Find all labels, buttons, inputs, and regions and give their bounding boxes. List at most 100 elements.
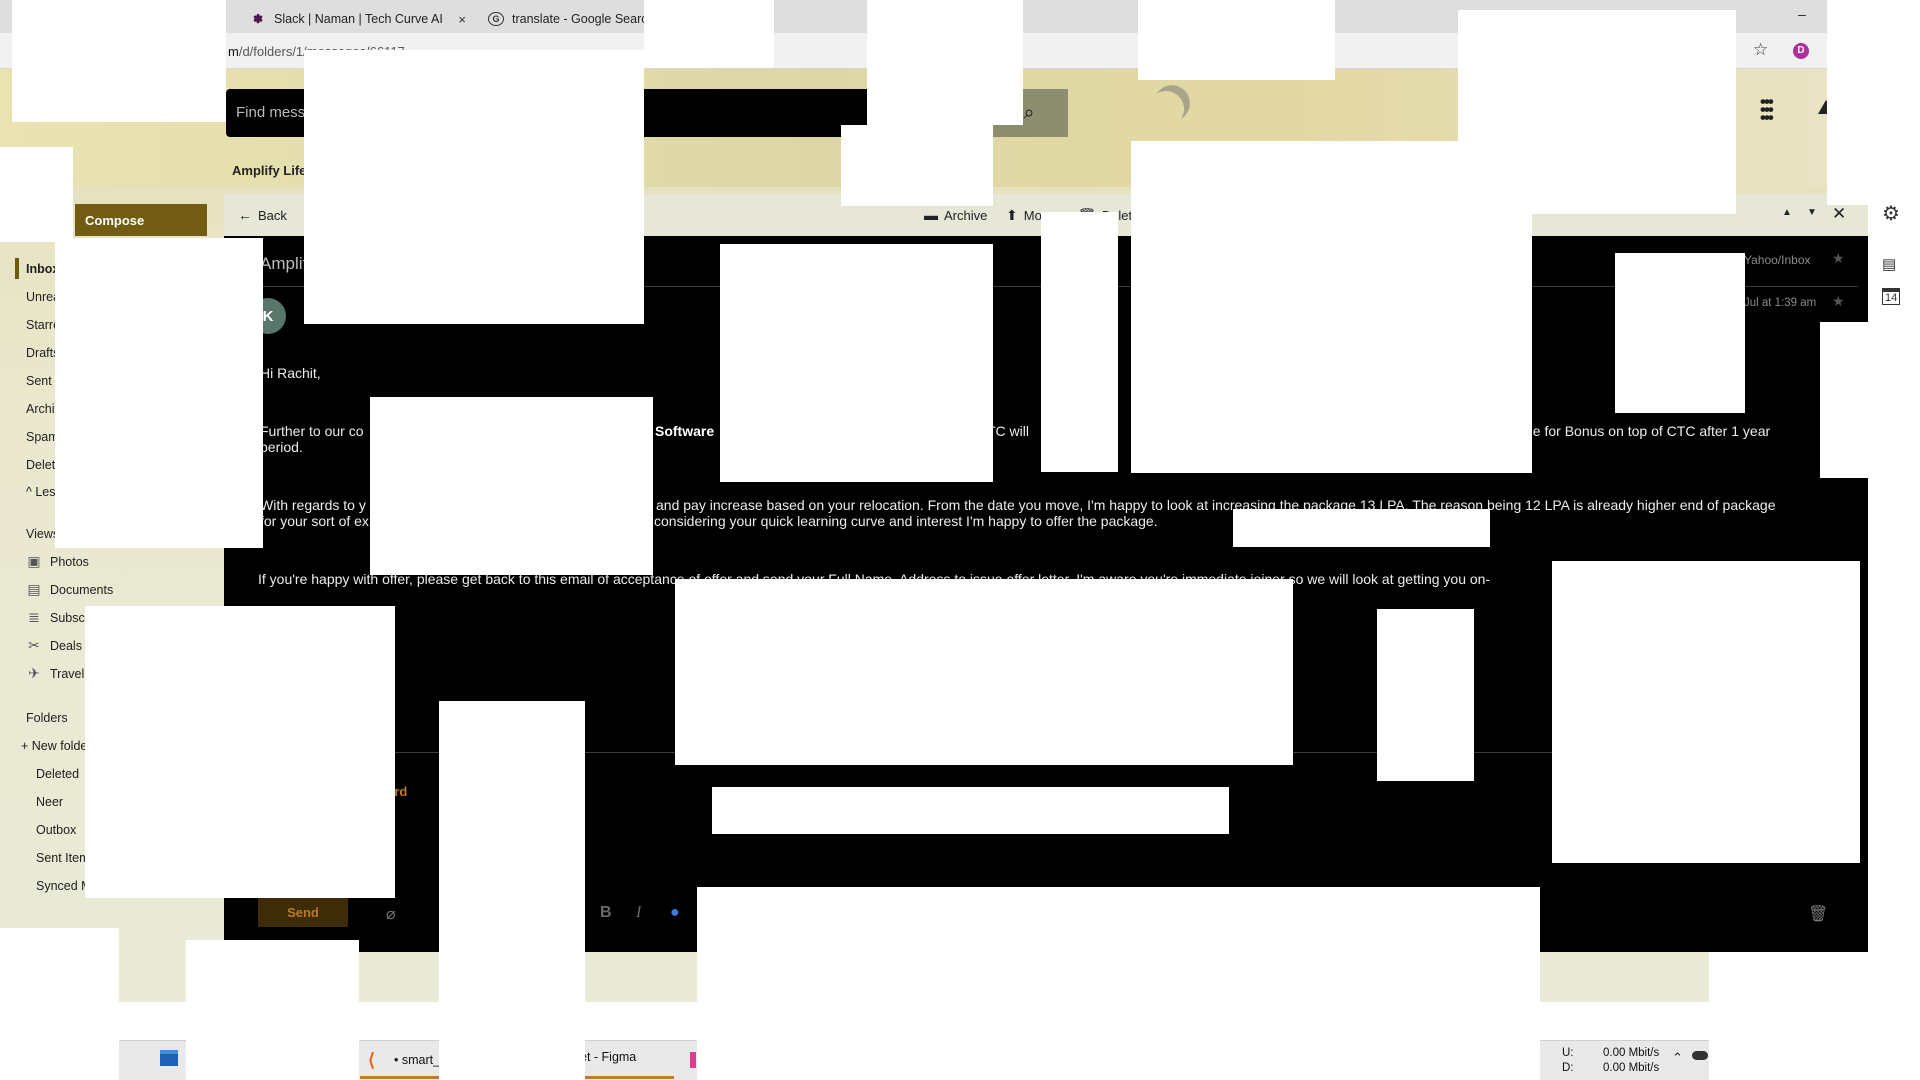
next-message-button[interactable]: ▼ bbox=[1807, 207, 1817, 218]
back-button[interactable]: ← Back bbox=[238, 207, 287, 223]
redaction-block bbox=[1377, 609, 1474, 781]
paragraph-1-fragment: TC will bbox=[987, 423, 1029, 439]
minimize-button[interactable]: – bbox=[1798, 6, 1806, 22]
redaction-block bbox=[186, 940, 359, 1080]
arrow-left-icon: ← bbox=[238, 207, 252, 223]
star-icon[interactable]: ★ bbox=[1832, 250, 1845, 267]
redaction-block bbox=[720, 244, 993, 482]
paragraph-1-line-2: period. bbox=[260, 439, 303, 455]
net-down-value: 0.00 Mbit/s bbox=[1603, 1062, 1660, 1074]
redaction-block bbox=[0, 147, 73, 242]
tab-google[interactable]: G translate - Google Search bbox=[478, 5, 648, 33]
deals-icon: ✂ bbox=[28, 637, 40, 653]
net-up-value: 0.00 Mbit/s bbox=[1603, 1047, 1660, 1059]
redaction-block bbox=[0, 928, 119, 1080]
redaction-block bbox=[1041, 212, 1118, 472]
slack-icon: ✽ bbox=[252, 12, 264, 26]
italic-icon[interactable]: I bbox=[636, 904, 641, 922]
redaction-block bbox=[1552, 561, 1860, 863]
redaction-block bbox=[439, 701, 585, 1080]
bold-icon[interactable]: B bbox=[600, 904, 612, 922]
redaction-block bbox=[867, 0, 1023, 125]
new-folder-button[interactable]: + New folder bbox=[21, 739, 92, 753]
redaction-block bbox=[55, 238, 263, 548]
app-icon bbox=[160, 1050, 178, 1066]
redaction-block bbox=[841, 125, 993, 206]
tab-close-icon[interactable]: × bbox=[458, 12, 466, 27]
redaction-block bbox=[675, 579, 1293, 765]
redaction-block bbox=[12, 0, 226, 122]
search-icon: ⌕ bbox=[1023, 101, 1035, 124]
folder-item[interactable]: Neer bbox=[36, 795, 63, 809]
paragraph-2-fragment: for your sort of ex bbox=[260, 513, 369, 529]
redaction-block bbox=[1709, 952, 1920, 1080]
tab-title: Slack | Naman | Tech Curve AI & I bbox=[274, 12, 443, 26]
message-location: Yahoo/Inbox bbox=[1744, 253, 1811, 267]
send-button[interactable]: Send bbox=[258, 897, 348, 927]
selected-indicator bbox=[15, 258, 19, 279]
travel-icon: ✈ bbox=[28, 665, 40, 681]
star-icon[interactable]: ★ bbox=[1832, 293, 1845, 310]
calendar-icon[interactable]: 14 bbox=[1882, 288, 1901, 305]
folder-item[interactable]: Outbox bbox=[36, 823, 76, 837]
archive-icon: ▬ bbox=[924, 207, 938, 223]
compose-button[interactable]: Compose bbox=[75, 204, 207, 236]
folders-heading[interactable]: Folders bbox=[26, 711, 68, 725]
view-photos[interactable]: Photos bbox=[50, 555, 89, 569]
subscriptions-icon: ≣ bbox=[28, 609, 40, 625]
profile-avatar[interactable]: D bbox=[1793, 43, 1809, 59]
redaction-block bbox=[1233, 509, 1490, 547]
view-deals[interactable]: Deals bbox=[50, 639, 82, 653]
documents-icon: ▤ bbox=[27, 581, 41, 597]
chevron-up-icon[interactable]: ⌃ bbox=[1672, 1050, 1683, 1066]
paragraph-2-fragment: With regards to y bbox=[260, 497, 366, 513]
bookmark-star-icon[interactable]: ☆ bbox=[1753, 40, 1768, 60]
color-icon[interactable]: ● bbox=[670, 904, 680, 922]
attach-icon[interactable]: ⌀ bbox=[386, 904, 396, 924]
tab-title: translate - Google Search bbox=[512, 12, 648, 26]
paragraph-1-fragment: Further to our co bbox=[260, 423, 364, 439]
archive-button[interactable]: ▬ Archive bbox=[924, 207, 987, 223]
sidebar-item-spam[interactable]: Spam bbox=[26, 430, 59, 444]
paragraph-1-bold: Software bbox=[655, 423, 715, 439]
apps-grid-icon[interactable]: ••• ••• ••• bbox=[1760, 93, 1788, 126]
redaction-block bbox=[1827, 0, 1920, 205]
taskbar-label: • smart_ bbox=[394, 1053, 441, 1067]
tab-slack[interactable]: ✽ Slack | Naman | Tech Curve AI & I × bbox=[240, 5, 476, 33]
folder-item[interactable]: Deleted bbox=[36, 767, 79, 781]
view-travel[interactable]: Travel bbox=[50, 667, 84, 681]
net-down-label: D: bbox=[1562, 1062, 1574, 1074]
redaction-block bbox=[1615, 253, 1745, 413]
taskbar-vscode[interactable]: ⟨ • smart_ bbox=[368, 1050, 440, 1070]
redaction-block bbox=[370, 397, 653, 575]
folder-title: Amplify Life bbox=[232, 163, 307, 178]
discard-draft-icon[interactable]: 🗑 bbox=[1808, 904, 1828, 924]
archive-label: Archive bbox=[944, 207, 988, 223]
message-date: Jul at 1:39 am bbox=[1744, 297, 1817, 309]
cloud-icon[interactable] bbox=[1692, 1051, 1708, 1060]
redaction-block bbox=[1138, 0, 1335, 80]
redaction-block bbox=[304, 50, 644, 324]
greeting: Hi Rachit, bbox=[260, 365, 321, 381]
moon-icon bbox=[1141, 84, 1190, 133]
view-documents[interactable]: Documents bbox=[50, 583, 113, 597]
contacts-icon[interactable]: ▤ bbox=[1882, 255, 1896, 273]
redaction-block bbox=[1820, 322, 1920, 478]
redaction-block bbox=[697, 887, 1540, 1080]
net-up-label: U: bbox=[1562, 1047, 1574, 1059]
redaction-block bbox=[712, 787, 1229, 834]
taskbar-app-icon[interactable] bbox=[160, 1050, 178, 1066]
back-label: Back bbox=[258, 207, 287, 223]
figma-icon bbox=[690, 1052, 696, 1068]
redaction-block bbox=[644, 0, 774, 68]
paragraph-1-fragment: gible for Bonus on top of CTC after 1 ye… bbox=[1511, 423, 1771, 439]
close-message-button[interactable]: ✕ bbox=[1832, 204, 1846, 224]
previous-message-button[interactable]: ▲ bbox=[1782, 207, 1792, 218]
redaction-block bbox=[85, 606, 395, 898]
photos-icon: ▣ bbox=[27, 553, 41, 569]
google-icon: G bbox=[488, 12, 504, 26]
sidebar-item-sent[interactable]: Sent bbox=[26, 374, 52, 388]
paragraph-2-fragment: and pay increase based on your relocatio… bbox=[656, 497, 1776, 513]
taskbar-figma[interactable]: et - Figma bbox=[580, 1050, 636, 1064]
url-host: m bbox=[228, 44, 239, 59]
